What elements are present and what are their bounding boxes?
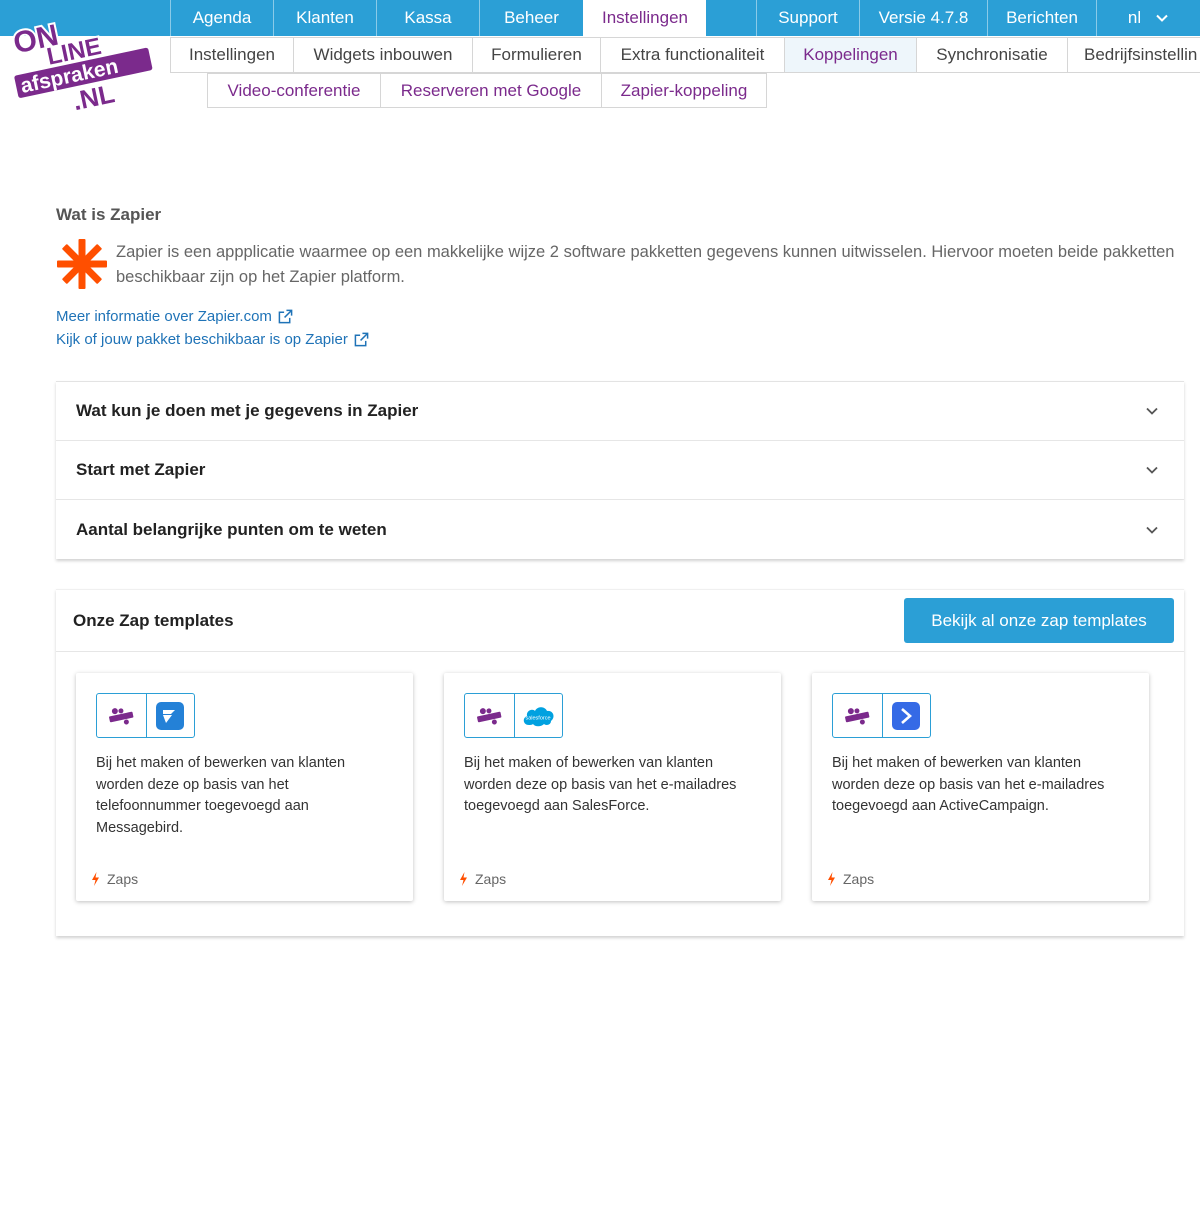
nav-version[interactable]: Versie 4.7.8 [859, 0, 987, 36]
nav-instellingen[interactable]: Instellingen [583, 0, 706, 36]
subnav-zapier-koppeling[interactable]: Zapier-koppeling [601, 73, 767, 108]
card-footer-label: Zaps [475, 871, 507, 887]
card-app-icons [832, 693, 931, 738]
zapier-availability-link[interactable]: Kijk of jouw pakket beschikbaar is op Za… [56, 331, 369, 348]
intro-text: Zapier is een appplicatie waarmee op een… [116, 243, 1175, 286]
subnav-video-conferentie[interactable]: Video-conferentie [207, 73, 380, 108]
link-label: Meer informatie over Zapier.com [56, 308, 272, 325]
chevron-down-icon [1146, 526, 1158, 534]
external-link-icon [354, 332, 369, 347]
nav-kassa[interactable]: Kassa [376, 0, 479, 36]
logo-image: ON LINE afspraken .NL [8, 17, 156, 112]
card-description: Bij het maken of bewerken van klanten wo… [96, 755, 346, 837]
template-cards: Bij het maken of bewerken van klanten wo… [76, 673, 1149, 901]
subnav-extra-functionaliteit[interactable]: Extra functionaliteit [600, 37, 784, 73]
card-app-icons: salesforce [464, 693, 563, 738]
salesforce-icon: salesforce [513, 694, 563, 737]
card-footer: Zaps [459, 871, 506, 887]
online-afspraken-mini-logo-icon [97, 694, 146, 737]
chevron-down-icon [1156, 14, 1168, 22]
online-afspraken-mini-logo-icon [465, 694, 514, 737]
language-label: nl [1127, 8, 1142, 27]
template-card-messagebird[interactable]: Bij het maken of bewerken van klanten wo… [76, 673, 413, 901]
external-link-icon [278, 309, 293, 324]
subnav-reserveren-met-google[interactable]: Reserveren met Google [380, 73, 601, 108]
lightning-icon [460, 872, 467, 886]
card-app-icons [96, 693, 195, 738]
online-afspraken-mini-logo-icon [833, 694, 882, 737]
online-afspraken-logo[interactable]: ON LINE afspraken .NL [6, 2, 156, 112]
accordion-title: Start met Zapier [76, 460, 206, 479]
card-footer: Zaps [91, 871, 138, 887]
card-footer-label: Zaps [107, 871, 139, 887]
chevron-down-icon [1146, 466, 1158, 474]
lightning-icon [92, 872, 99, 886]
accordion-title: Wat kun je doen met je gegevens in Zapie… [76, 401, 419, 420]
card-footer-label: Zaps [843, 871, 875, 887]
template-card-activecampaign[interactable]: Bij het maken of bewerken van klanten wo… [812, 673, 1149, 901]
settings-subnav: Instellingen Widgets inbouwen Formuliere… [170, 37, 1200, 73]
accordion-item-belangrijke-punten[interactable]: Aantal belangrijke punten om te weten [56, 500, 1184, 559]
accordion-title: Aantal belangrijke punten om te weten [76, 519, 387, 539]
nav-beheer[interactable]: Beheer [479, 0, 583, 36]
lightning-icon [828, 872, 835, 886]
view-all-templates-button[interactable]: Bekijk al onze zap templates [904, 598, 1174, 643]
utility-nav: Support Versie 4.7.8 Berichten nl [756, 0, 1200, 36]
accordion-item-start-met-zapier[interactable]: Start met Zapier [56, 441, 1184, 500]
card-description: Bij het maken of bewerken van klanten wo… [832, 755, 1105, 815]
chevron-down-icon [1146, 407, 1158, 415]
zapier-accordion: Wat kun je doen met je gegevens in Zapie… [56, 381, 1184, 559]
subnav-koppelingen[interactable]: Koppelingen [784, 37, 916, 73]
nav-berichten[interactable]: Berichten [987, 0, 1096, 36]
svg-text:salesforce: salesforce [526, 715, 551, 721]
messagebird-icon [145, 694, 195, 737]
zapier-icon [57, 239, 107, 289]
nav-klanten[interactable]: Klanten [273, 0, 376, 36]
nav-agenda[interactable]: Agenda [170, 0, 273, 36]
card-footer: Zaps [827, 871, 874, 887]
language-select[interactable]: nl [1096, 0, 1200, 36]
link-label: Kijk of jouw pakket beschikbaar is op Za… [56, 331, 348, 348]
koppelingen-subnav: Video-conferentie Reserveren met Google … [207, 73, 767, 108]
subnav-bedrijfsinstellingen[interactable]: Bedrijfsinstellin [1067, 37, 1200, 73]
main-nav: Agenda Klanten Kassa Beheer Instellingen [170, 0, 706, 36]
activecampaign-icon [881, 694, 931, 737]
templates-title: Onze Zap templates [73, 610, 234, 630]
subnav-widgets-inbouwen[interactable]: Widgets inbouwen [293, 37, 472, 73]
card-description: Bij het maken of bewerken van klanten wo… [464, 755, 737, 815]
template-card-salesforce[interactable]: salesforce Bij het maken of bewerken van… [444, 673, 781, 901]
nav-support[interactable]: Support [756, 0, 859, 36]
subnav-instellingen[interactable]: Instellingen [170, 37, 293, 73]
section-title: Wat is Zapier [56, 205, 162, 224]
zapier-info-link[interactable]: Meer informatie over Zapier.com [56, 308, 293, 325]
subnav-formulieren[interactable]: Formulieren [472, 37, 600, 73]
accordion-item-wat-kun-je-doen[interactable]: Wat kun je doen met je gegevens in Zapie… [56, 382, 1184, 441]
subnav-synchronisatie[interactable]: Synchronisatie [916, 37, 1067, 73]
templates-header: Onze Zap templates Bekijk al onze zap te… [56, 590, 1184, 652]
zap-templates-panel: Onze Zap templates Bekijk al onze zap te… [56, 589, 1184, 936]
